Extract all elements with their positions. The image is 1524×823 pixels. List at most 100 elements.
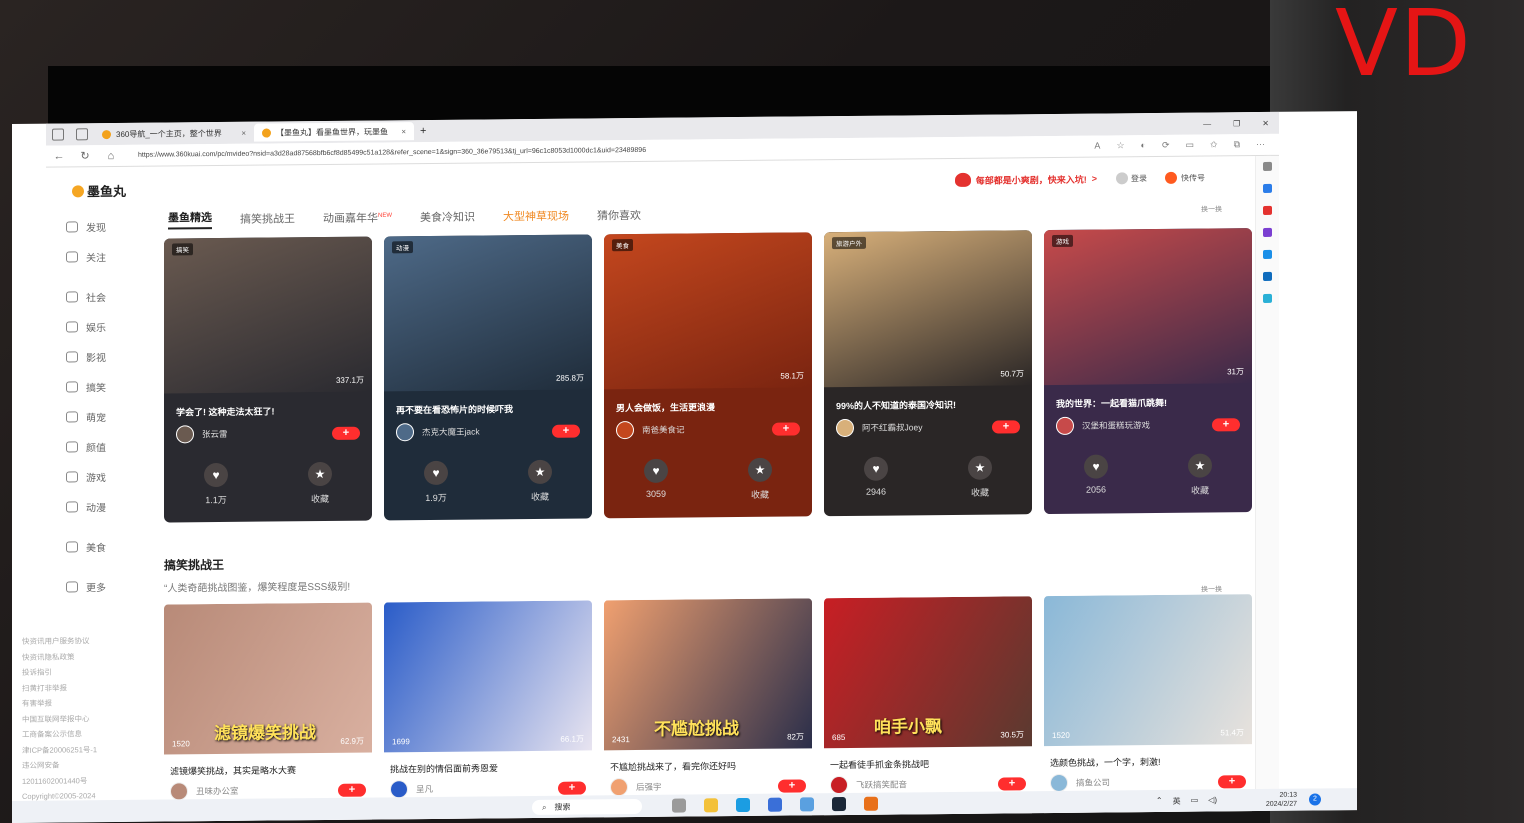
author-name[interactable]: 张云雷: [202, 428, 228, 440]
video-card[interactable]: 旅游户外 50.7万 99%的人不知道的泰国冷知识! 阿不红霸叔Joey + ♥ 2946 ★…: [824, 230, 1032, 517]
outlook-icon[interactable]: [1263, 271, 1272, 281]
author-name[interactable]: 飞跃搞笑配音: [856, 778, 907, 790]
follow-button[interactable]: +: [772, 421, 800, 436]
tab-5[interactable]: 猜你喜欢: [597, 207, 641, 223]
tab-2[interactable]: 动画嘉年华NEW: [323, 209, 392, 226]
follow-button[interactable]: +: [998, 776, 1026, 791]
video-card[interactable]: 1699 66.1万 挑战在别的情侣面前秀恩爱 呈凡 +: [384, 600, 592, 823]
footer-link[interactable]: 工商备案公示信息: [22, 726, 132, 743]
tab-3[interactable]: 美食冷知识: [420, 209, 475, 226]
footer-link[interactable]: 快资讯隐私政策: [22, 648, 132, 665]
author-name[interactable]: 呈凡: [416, 783, 433, 795]
sidebar-item-follow[interactable]: 关注: [46, 241, 136, 272]
extension-icon[interactable]: ◐: [1141, 140, 1146, 151]
video-title[interactable]: 不尴尬挑战来了，看完你还好吗: [604, 748, 812, 778]
edge-icon[interactable]: [736, 797, 750, 813]
reload-icon[interactable]: ↻: [72, 149, 98, 162]
maximize-icon[interactable]: ❐: [1233, 119, 1240, 128]
footer-link[interactable]: 扫黄打非举报: [22, 679, 132, 696]
collect-button[interactable]: ★ 收藏: [528, 459, 552, 503]
video-title[interactable]: 男人会做饭，生活更浪漫: [604, 387, 812, 419]
workspaces-icon[interactable]: [76, 128, 88, 141]
like-button[interactable]: ♥ 3059: [644, 458, 668, 502]
home-icon[interactable]: ⌂: [98, 149, 124, 162]
refresh-button[interactable]: 换一换: [1201, 204, 1222, 214]
author-name[interactable]: 杰克大魔王jack: [422, 426, 480, 439]
video-title[interactable]: 挑战在别的情侣面前秀恩爱: [384, 750, 592, 780]
sidebar-item-game[interactable]: 游戏: [46, 461, 136, 492]
shopping-icon[interactable]: [1263, 183, 1272, 193]
avatar[interactable]: [610, 778, 628, 797]
avatar[interactable]: [830, 775, 848, 795]
video-thumbnail[interactable]: 游戏 31万: [1044, 228, 1252, 386]
follow-button[interactable]: +: [338, 783, 366, 797]
sidebar-item-funny[interactable]: 搞笑: [46, 371, 136, 402]
store-icon[interactable]: [768, 797, 782, 812]
follow-button[interactable]: +: [778, 778, 806, 793]
author-name[interactable]: 汉堡和蛋糕玩游戏: [1082, 419, 1150, 432]
chevron-up-icon[interactable]: ⌃: [1156, 796, 1163, 807]
section-title[interactable]: 搞笑挑战王: [164, 546, 1262, 574]
like-button[interactable]: ♥ 1.1万: [204, 462, 228, 506]
video-card[interactable]: 游戏 31万 我的世界：一起看猫爪跳舞! 汉堡和蛋糕玩游戏 + ♥ 2056 ★ 收藏: [1044, 228, 1252, 515]
follow-button[interactable]: +: [1218, 774, 1246, 788]
follow-button[interactable]: +: [992, 419, 1020, 434]
toolbox-icon[interactable]: [1263, 205, 1272, 215]
split-screen-icon[interactable]: ▭: [1186, 140, 1195, 151]
collect-button[interactable]: ★ 收藏: [1188, 453, 1212, 496]
minimize-icon[interactable]: —: [1203, 119, 1211, 128]
sidebar-item-society[interactable]: 社会: [46, 281, 136, 312]
footer-link[interactable]: 快资讯用户服务协议: [22, 633, 132, 650]
avatar[interactable]: [616, 421, 634, 440]
sidebar-item-more[interactable]: 更多: [46, 571, 136, 602]
sidebar-item-anime[interactable]: 动漫: [46, 491, 136, 522]
avatar[interactable]: [176, 425, 194, 444]
collect-button[interactable]: ★ 收藏: [968, 455, 992, 499]
section-refresh-button[interactable]: 换一换: [1201, 584, 1222, 594]
author-name[interactable]: 后强宇: [636, 781, 662, 793]
video-title[interactable]: 99%的人不知道的泰国冷知识!: [824, 385, 1032, 417]
sidebar-item-pet[interactable]: 萌宠: [46, 401, 136, 432]
video-card[interactable]: 咱手小飘 685 30.5万 一起看徒手抓金条挑战吧 飞跃搞笑配音 +: [824, 596, 1032, 823]
follow-button[interactable]: +: [332, 426, 360, 440]
login-link[interactable]: 登录: [1116, 172, 1147, 185]
video-thumbnail[interactable]: 动漫 285.8万: [384, 234, 592, 392]
video-title[interactable]: 滤镜爆笑挑战，其实是略水大赛: [164, 753, 372, 783]
video-title[interactable]: 再不要在看恐怖片的时候吓我: [384, 389, 592, 421]
video-thumbnail[interactable]: 搞笑 337.1万: [164, 236, 372, 394]
avatar[interactable]: [390, 780, 408, 799]
collect-button[interactable]: ★ 收藏: [308, 461, 332, 505]
tab-4[interactable]: 大型神草现场: [503, 208, 569, 225]
send-icon[interactable]: [1263, 293, 1272, 303]
author-name[interactable]: 丑味办公室: [196, 785, 239, 797]
close-window-icon[interactable]: ✕: [1262, 118, 1269, 127]
author-name[interactable]: 南爸美食记: [642, 424, 685, 436]
promo-banner[interactable]: 每部都是小爽剧，快来入坑! >: [954, 172, 1097, 187]
tab-1[interactable]: 搞笑挑战王: [240, 210, 295, 227]
favorite-star-icon[interactable]: ☆: [1116, 140, 1124, 151]
games-icon[interactable]: [1263, 227, 1272, 237]
collections-icon[interactable]: ⧉: [1234, 139, 1240, 150]
video-thumbnail[interactable]: 滤镜爆笑挑战 1520 62.9万: [164, 602, 372, 755]
video-card[interactable]: 搞笑 337.1万 学会了! 这种走法太狂了! 张云雷 + ♥ 1.1万 ★ 收藏: [164, 236, 372, 523]
video-card[interactable]: 不尴尬挑战 2431 82万 不尴尬挑战来了，看完你还好吗 后强宇 +: [604, 598, 812, 823]
close-icon[interactable]: ×: [241, 128, 246, 137]
browser-tab[interactable]: 360导航_一个主页，整个世界 ×: [94, 124, 254, 144]
avatar[interactable]: [1050, 773, 1068, 793]
notification-badge[interactable]: 2: [1309, 793, 1321, 806]
profile-icon[interactable]: [52, 128, 64, 141]
video-title[interactable]: 选颜色挑战，一个字，刺激!: [1044, 744, 1252, 774]
kuaichuan-link[interactable]: 快传号: [1165, 171, 1205, 184]
powerpoint-icon[interactable]: [864, 796, 878, 811]
avatar[interactable]: [170, 782, 188, 801]
sidebar-item-beauty[interactable]: 颜值: [46, 431, 136, 462]
like-button[interactable]: ♥ 1.9万: [424, 460, 448, 504]
video-title[interactable]: 一起看徒手抓金条挑战吧: [824, 746, 1032, 776]
language-indicator[interactable]: 英: [1173, 796, 1181, 807]
browser-tab-active[interactable]: 【墨鱼丸】看墨鱼世界，玩墨鱼 ×: [254, 122, 414, 142]
avatar[interactable]: [836, 418, 854, 438]
url-field[interactable]: https://www.360kuai.com/pc/mvideo?nsid=a…: [138, 144, 998, 159]
video-thumbnail[interactable]: 美食 58.1万: [604, 232, 812, 390]
new-tab-button[interactable]: +: [420, 125, 426, 137]
video-title[interactable]: 我的世界：一起看猫爪跳舞!: [1044, 383, 1252, 415]
